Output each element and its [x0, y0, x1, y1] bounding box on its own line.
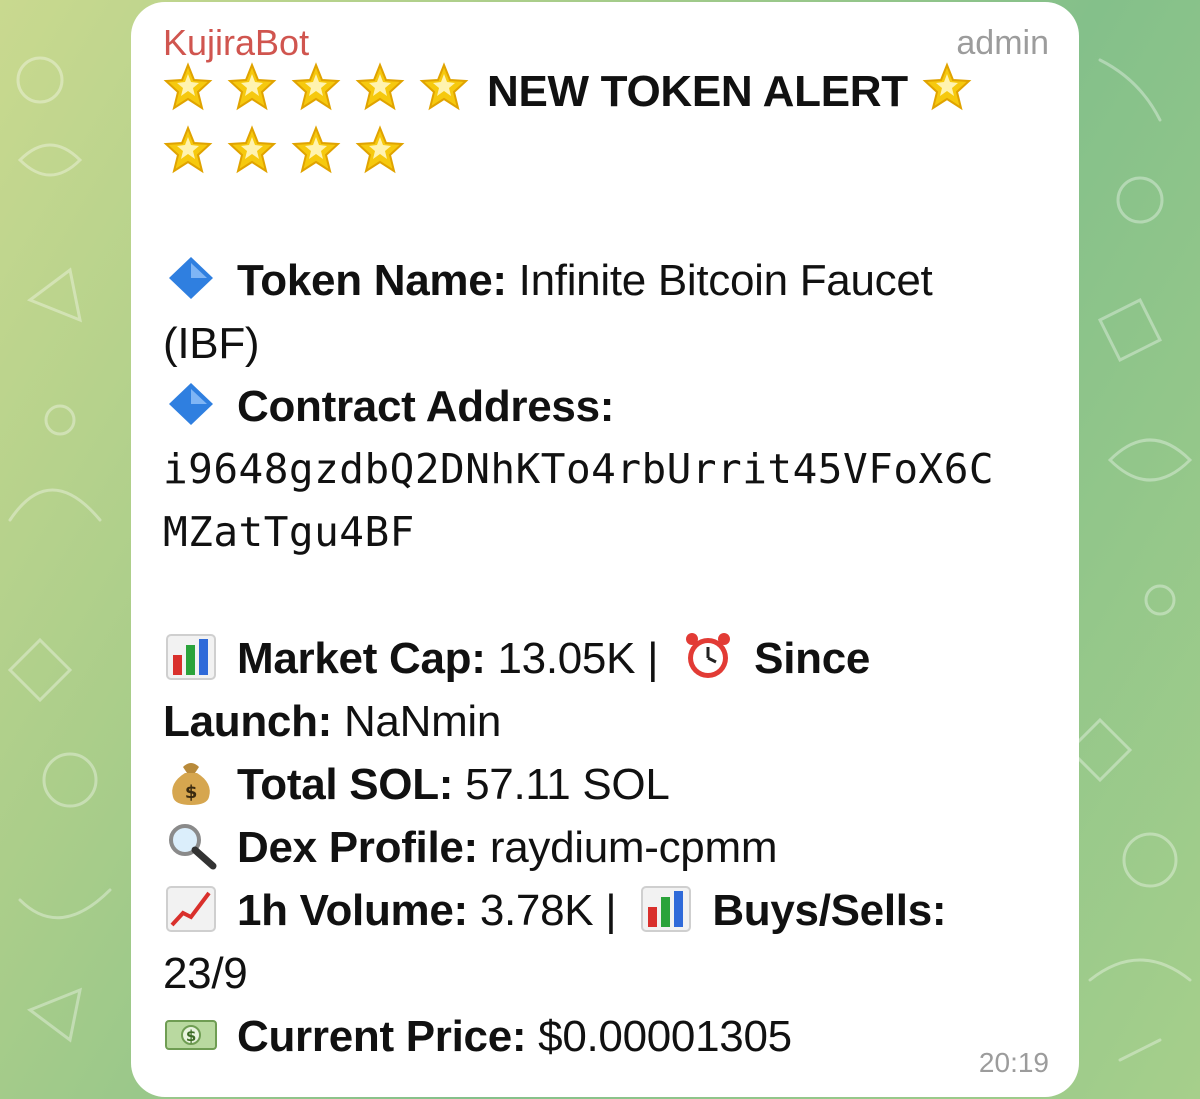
star-emoji-icon — [291, 62, 341, 112]
market-cap-row: Market Cap: 13.05K | Since — [163, 627, 1049, 690]
alert-title: NEW TOKEN ALERT — [487, 67, 908, 116]
alert-stars-line — [163, 123, 1049, 186]
alarm-clock-icon — [680, 631, 736, 681]
bar-chart-icon — [638, 883, 694, 933]
token-name-value: Infinite Bitcoin Faucet — [518, 256, 933, 305]
star-emoji-icon — [355, 62, 405, 112]
dex-profile-value: raydium-cpmm — [489, 823, 778, 872]
sender-role-badge: admin — [956, 24, 1049, 62]
alert-header-line: NEW TOKEN ALERT — [163, 60, 1049, 123]
volume-value: 3.78K | — [479, 886, 617, 935]
magnifying-glass-icon — [163, 820, 219, 870]
dex-profile-label: Dex Profile: — [237, 823, 478, 872]
price-row: $ Current Price: $0.00001305 — [163, 1005, 1049, 1068]
message-timestamp: 20:19 — [978, 1047, 1049, 1078]
star-emoji-icon — [355, 125, 405, 175]
svg-text:$: $ — [186, 1027, 196, 1045]
dollar-banknote-icon: $ — [163, 1009, 219, 1059]
since-value: NaNmin — [343, 697, 502, 746]
message-bubble[interactable]: KujiraBot admin NEW TOKEN ALERT Token Na… — [131, 2, 1079, 1097]
price-label: Current Price: — [237, 1012, 527, 1061]
since-label-cont: Launch: — [163, 697, 333, 746]
star-emoji-icon — [227, 125, 277, 175]
star-emoji-icon — [163, 125, 213, 175]
buys-sells-value: 23/9 — [163, 949, 248, 998]
star-emoji-icon — [227, 62, 277, 112]
money-bag-icon: $ — [163, 757, 219, 807]
bar-chart-icon — [163, 631, 219, 681]
since-launch-row: Launch: NaNmin — [163, 690, 1049, 753]
token-name-row: Token Name: Infinite Bitcoin Faucet — [163, 249, 1049, 312]
volume-row: 1h Volume: 3.78K | Buys/Sells: — [163, 879, 1049, 942]
total-sol-value: 57.11 SOL — [465, 760, 670, 809]
market-cap-label: Market Cap: — [237, 634, 486, 683]
market-cap-value: 13.05K | — [497, 634, 659, 683]
token-name-row-cont: (IBF) — [163, 312, 1049, 375]
buys-sells-row: 23/9 — [163, 942, 1049, 1005]
dex-profile-row: Dex Profile: raydium-cpmm — [163, 816, 1049, 879]
svg-text:$: $ — [185, 782, 197, 803]
buys-sells-label: Buys/Sells: — [712, 886, 947, 935]
token-ticker: (IBF) — [163, 319, 260, 368]
message-header: KujiraBot admin — [163, 20, 1049, 63]
total-sol-label: Total SOL: — [237, 760, 454, 809]
star-emoji-icon — [291, 125, 341, 175]
blue-diamond-icon — [163, 253, 219, 303]
blue-diamond-icon — [163, 379, 219, 429]
message-text: NEW TOKEN ALERT Token Name: Infinite Bit… — [163, 60, 1049, 1068]
token-name-label: Token Name: — [237, 256, 507, 305]
star-emoji-icon — [419, 62, 469, 112]
volume-label: 1h Volume: — [237, 886, 468, 935]
contract-address-line2[interactable]: MZatTgu4BF — [163, 501, 1049, 564]
contract-address-line1[interactable]: i9648gzdbQ2DNhKTo4rbUrrit45VFoX6C — [163, 438, 1049, 501]
price-value: $0.00001305 — [538, 1012, 792, 1061]
star-emoji-icon — [922, 62, 972, 112]
sender-name[interactable]: KujiraBot — [163, 22, 309, 64]
contract-row: Contract Address: — [163, 375, 1049, 438]
since-label: Since — [754, 634, 871, 683]
star-emoji-icon — [163, 62, 213, 112]
total-sol-row: $ Total SOL: 57.11 SOL — [163, 753, 1049, 816]
chart-increasing-icon — [163, 883, 219, 933]
contract-label: Contract Address: — [237, 382, 615, 431]
